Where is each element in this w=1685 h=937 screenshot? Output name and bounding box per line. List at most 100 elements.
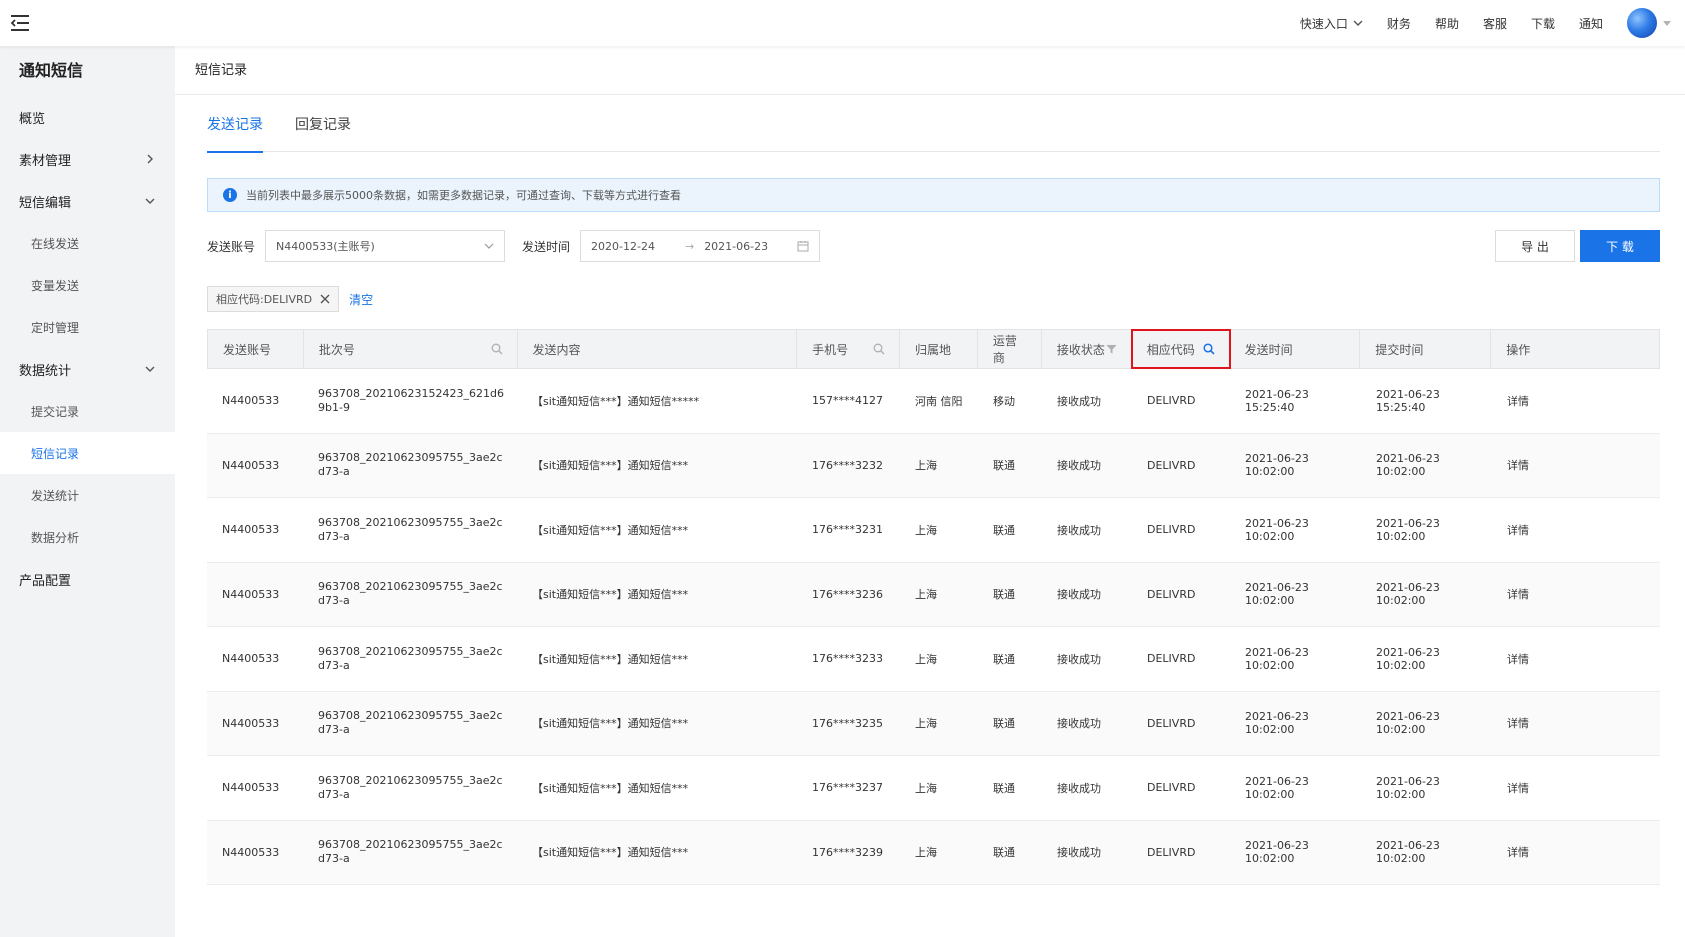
- cell-phone: 176****3233: [812, 652, 883, 666]
- cell-account: N4400533: [222, 394, 280, 408]
- sidebar-item-product-config[interactable]: 产品配置: [0, 558, 175, 600]
- filter-icon[interactable]: [1106, 344, 1117, 355]
- sidebar-item-stats[interactable]: 数据统计: [0, 348, 175, 390]
- cell-submit-time: 2021-06-23 10:02:00: [1376, 581, 1440, 608]
- cell-content: 【sit通知短信***】通知短信***: [532, 652, 689, 666]
- account-select[interactable]: N4400533(主账号): [265, 230, 506, 262]
- clear-filters-link[interactable]: 清空: [349, 291, 373, 308]
- sidebar-item-sms-edit[interactable]: 短信编辑: [0, 180, 175, 222]
- chevron-down-icon: [145, 366, 155, 372]
- filter-bar: 发送账号 N4400533(主账号) 发送时间 2020-12-24 → 202…: [207, 230, 1660, 262]
- column-header-label: 归属地: [914, 342, 951, 357]
- support-link[interactable]: 客服: [1483, 15, 1507, 32]
- cell-region: 河南 信阳: [915, 394, 963, 408]
- cell-status: 接收成功: [1057, 394, 1101, 408]
- cell-submit-time: 2021-06-23 10:02:00: [1376, 452, 1440, 479]
- help-link[interactable]: 帮助: [1435, 15, 1459, 32]
- cell-send-time: 2021-06-23 10:02:00: [1245, 645, 1309, 672]
- cell-account: N4400533: [222, 845, 280, 859]
- cell-account: N4400533: [222, 458, 280, 472]
- cell-send-time: 2021-06-23 10:02:00: [1245, 452, 1309, 479]
- main-content: 短信记录 发送记录 回复记录 i 当前列表中最多展示5000条数据，如需更多数据…: [175, 46, 1685, 937]
- cell-account: N4400533: [222, 587, 280, 601]
- notification-link[interactable]: 通知: [1579, 15, 1603, 32]
- sidebar-item-variable-send[interactable]: 变量发送: [0, 264, 175, 306]
- cell-send-time: 2021-06-23 15:25:40: [1245, 387, 1309, 414]
- cell-response-code: DELIVRD: [1147, 845, 1196, 859]
- download-button[interactable]: 下 载: [1580, 230, 1660, 262]
- info-icon: i: [223, 188, 237, 202]
- cell-content: 【sit通知短信***】通知短信***: [532, 846, 689, 860]
- sidebar-item-scheduled[interactable]: 定时管理: [0, 306, 175, 348]
- detail-link[interactable]: 详情: [1492, 369, 1660, 433]
- cell-batch: 963708_20210623152423_621d69b1-9: [318, 386, 504, 414]
- detail-link[interactable]: 详情: [1492, 756, 1660, 820]
- export-button[interactable]: 导 出: [1495, 230, 1575, 262]
- detail-link[interactable]: 详情: [1492, 434, 1660, 498]
- cell-region: 上海: [915, 588, 937, 602]
- column-header-label: 操作: [1506, 342, 1531, 357]
- sidebar-item-send-stats[interactable]: 发送统计: [0, 474, 175, 516]
- cell-carrier: 联通: [993, 523, 1015, 537]
- cell-phone: 176****3232: [812, 458, 883, 472]
- filter-tag: 相应代码:DELIVRD: [207, 286, 340, 312]
- cell-region: 上海: [915, 652, 937, 666]
- download-link[interactable]: 下载: [1531, 15, 1555, 32]
- detail-link[interactable]: 详情: [1492, 563, 1660, 627]
- column-header-carrier: 运营商: [978, 330, 1042, 368]
- chevron-right-icon: [147, 154, 153, 164]
- sidebar: 通知短信 概览 素材管理 短信编辑 在线发送 变量发送 定时管理 数据统计 提交…: [0, 46, 175, 937]
- cell-status: 接收成功: [1057, 459, 1101, 473]
- column-header-content: 发送内容: [518, 330, 798, 368]
- tab-send-records[interactable]: 发送记录: [207, 110, 263, 153]
- cell-content: 【sit通知短信***】通知短信***: [532, 781, 689, 795]
- search-icon[interactable]: [491, 343, 503, 355]
- search-icon[interactable]: [873, 343, 885, 355]
- sidebar-item-label: 产品配置: [19, 573, 72, 589]
- close-icon[interactable]: [320, 294, 330, 304]
- sidebar-item-overview[interactable]: 概览: [0, 96, 175, 138]
- cell-status: 接收成功: [1057, 717, 1101, 731]
- sidebar-item-sms-records[interactable]: 短信记录: [0, 432, 175, 474]
- quick-entry-menu[interactable]: 快速入口: [1300, 15, 1363, 32]
- cell-carrier: 联通: [993, 459, 1015, 473]
- cell-phone: 176****3235: [812, 716, 883, 730]
- chevron-down-icon: [145, 198, 155, 204]
- column-header-label: 运营商: [992, 334, 1017, 365]
- sidebar-item-submit-records[interactable]: 提交记录: [0, 390, 175, 432]
- account-label: 发送账号: [207, 239, 256, 254]
- finance-link[interactable]: 财务: [1387, 15, 1411, 32]
- notice-text: 当前列表中最多展示5000条数据，如需更多数据记录，可通过查询、下载等方式进行查…: [246, 189, 681, 202]
- menu-toggle-icon[interactable]: [8, 11, 32, 35]
- detail-link[interactable]: 详情: [1492, 627, 1660, 691]
- detail-link[interactable]: 详情: [1492, 498, 1660, 562]
- cell-content: 【sit通知短信***】通知短信***: [532, 523, 689, 537]
- cell-carrier: 联通: [993, 588, 1015, 602]
- column-header-response-code: 相应代码: [1130, 329, 1231, 369]
- column-header-account: 发送账号: [208, 330, 304, 368]
- top-links: 快速入口 财务 帮助 客服 下载 通知: [1300, 0, 1685, 46]
- column-header-batch: 批次号: [304, 330, 518, 368]
- date-end[interactable]: 2021-06-23: [704, 240, 768, 253]
- sidebar-item-online-send[interactable]: 在线发送: [0, 222, 175, 264]
- date-range-picker[interactable]: 2020-12-24 → 2021-06-23: [580, 230, 821, 262]
- avatar[interactable]: [1627, 8, 1657, 38]
- sidebar-item-material[interactable]: 素材管理: [0, 138, 175, 180]
- column-header-action: 操作: [1491, 330, 1659, 368]
- tab-reply-records[interactable]: 回复记录: [295, 110, 351, 152]
- cell-response-code: DELIVRD: [1147, 652, 1196, 666]
- cell-batch: 963708_20210623095755_3ae2cd73-a: [318, 580, 503, 608]
- caret-down-icon[interactable]: [1663, 20, 1671, 26]
- sidebar-item-data-analysis[interactable]: 数据分析: [0, 516, 175, 558]
- date-start[interactable]: 2020-12-24: [591, 240, 655, 253]
- account-select-value: N4400533(主账号): [276, 240, 375, 253]
- detail-link[interactable]: 详情: [1492, 821, 1660, 885]
- column-header-send-time: 发送时间: [1230, 330, 1361, 368]
- detail-link[interactable]: 详情: [1492, 692, 1660, 756]
- sidebar-item-label: 数据统计: [19, 363, 72, 379]
- cell-carrier: 移动: [993, 394, 1015, 408]
- cell-submit-time: 2021-06-23 10:02:00: [1376, 710, 1440, 737]
- table-row: N4400533 963708_20210623095755_3ae2cd73-a…: [207, 627, 1660, 692]
- search-icon[interactable]: [1203, 343, 1215, 355]
- table-row: N4400533 963708_20210623095755_3ae2cd73-a…: [207, 756, 1660, 821]
